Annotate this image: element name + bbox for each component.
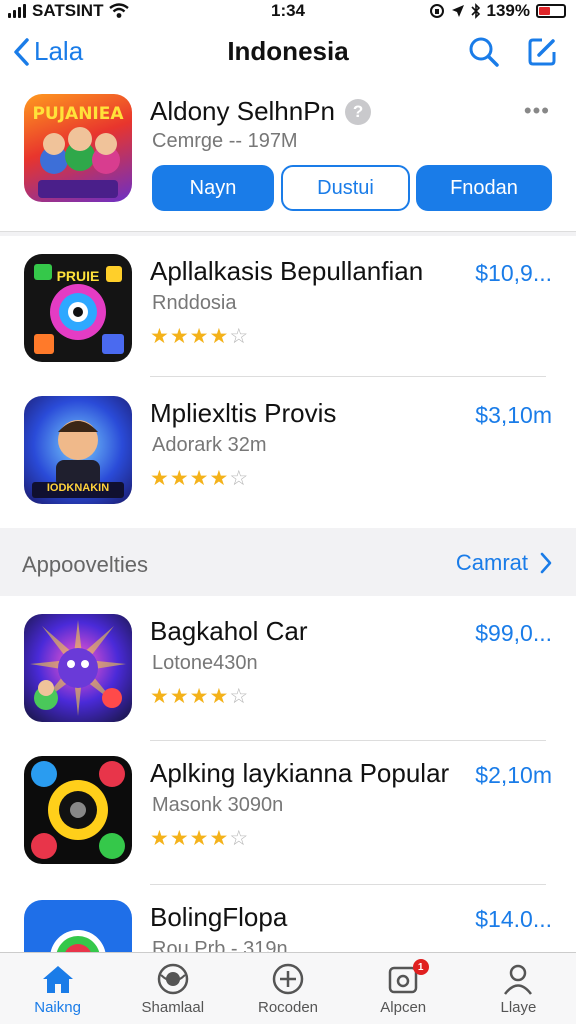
app-price[interactable]: $14.0... xyxy=(475,906,552,933)
featured-button-2[interactable]: Dustui xyxy=(281,165,410,211)
tab-bar: Naikng Shamlaal Rocoden 1 Alpcen Llaye xyxy=(0,952,576,1024)
app-price[interactable]: $10,9... xyxy=(475,260,552,287)
app-price[interactable]: $99,0... xyxy=(475,620,552,647)
notification-badge: 1 xyxy=(412,959,429,975)
section-title: Appoovelties xyxy=(22,552,148,577)
home-icon xyxy=(42,966,73,993)
app-title: Mpliexltis Provis xyxy=(150,398,337,428)
list-item[interactable]: Aplking laykianna Popular Masonk 3090n ★… xyxy=(0,738,576,878)
app-title: Aplking laykianna Popular xyxy=(150,758,450,788)
more-icon[interactable]: ••• xyxy=(524,98,550,124)
status-bar: SATSINT 1:34 139% xyxy=(0,0,576,22)
search-icon[interactable] xyxy=(468,36,500,68)
featured-app-title: Aldony SelhnPn xyxy=(150,96,336,126)
featured-button-1[interactable]: Nayn xyxy=(152,165,274,211)
tab-browse[interactable]: Shamlaal xyxy=(115,953,230,1024)
app-subtitle: Rou Prb - 319n xyxy=(152,938,288,952)
tab-label: Alpcen xyxy=(380,999,427,1016)
compose-icon[interactable] xyxy=(526,36,558,68)
star-rating: ★ ★ ★ ★ ☆ xyxy=(150,467,249,490)
app-subtitle: Adorark 32m xyxy=(152,434,267,456)
app-subtitle: Masonk 3090n xyxy=(152,794,284,816)
app-price[interactable]: $3,10m xyxy=(475,402,552,429)
list-item[interactable]: PRUIE Apllalkasis Bepullanfian Rnddosia … xyxy=(0,236,576,376)
tab-label: Rocoden xyxy=(257,999,319,1016)
list-item[interactable]: BolingFlopa Rou Prb - 319n $14.0... xyxy=(0,882,576,952)
app-subtitle: Rnddosia xyxy=(152,292,237,314)
add-circle-icon xyxy=(272,963,304,995)
app-list-top: PRUIE Apllalkasis Bepullanfian Rnddosia … xyxy=(0,236,576,528)
bluetooth-icon xyxy=(470,3,480,19)
list-item[interactable]: IODKNAKIN Mpliexltis Provis Adorark 32m … xyxy=(0,378,576,518)
section-header: Appoovelties Camrat xyxy=(0,530,576,596)
battery-icon xyxy=(536,4,566,18)
star-rating: ★ ★ ★ ★ ☆ xyxy=(150,685,249,708)
divider xyxy=(150,376,546,377)
app-icon[interactable] xyxy=(24,900,132,952)
list-item[interactable]: Bagkahol Car Lotone430n ★ ★ ★ ★ ☆ $99,0... xyxy=(0,596,576,736)
app-list-bottom: Bagkahol Car Lotone430n ★ ★ ★ ★ ☆ $99,0... A… xyxy=(0,596,576,952)
featured-app-card[interactable]: PUJANIEA Aldony SelhnPn ? Cemrge -- 197M… xyxy=(0,82,576,232)
globe-icon xyxy=(157,963,189,995)
user-icon xyxy=(504,964,533,995)
nav-bar: Lala Indonesia xyxy=(0,22,576,82)
app-icon[interactable]: PRUIE xyxy=(24,254,132,362)
tab-camera[interactable]: 1 Alpcen xyxy=(346,953,461,1024)
chevron-right-icon xyxy=(540,552,552,574)
app-subtitle: Lotone430n xyxy=(152,652,258,674)
app-price[interactable]: $2,10m xyxy=(475,762,552,789)
tab-label: Llaye xyxy=(500,999,537,1016)
app-icon-text: IODKNAKIN xyxy=(46,482,110,494)
app-title: BolingFlopa xyxy=(150,902,288,932)
app-title: Bagkahol Car xyxy=(150,616,308,646)
featured-app-subtitle: Cemrge -- 197M xyxy=(152,130,298,152)
location-icon xyxy=(451,5,464,17)
tab-home[interactable]: Naikng xyxy=(0,953,115,1024)
battery-percent: 139% xyxy=(486,1,530,20)
tab-add[interactable]: Rocoden xyxy=(230,953,345,1024)
star-rating: ★ ★ ★ ★ ☆ xyxy=(150,827,249,850)
tab-label: Naikng xyxy=(34,999,81,1016)
app-icon-text: PRUIE xyxy=(56,268,100,284)
app-icon[interactable]: IODKNAKIN xyxy=(24,396,132,504)
help-icon[interactable]: ? xyxy=(345,98,372,125)
featured-app-icon[interactable]: PUJANIEA xyxy=(24,94,132,202)
tab-profile[interactable]: Llaye xyxy=(461,953,576,1024)
featured-icon-text: PUJANIEA xyxy=(32,104,124,124)
section-see-all-link[interactable]: Camrat xyxy=(456,550,552,576)
orientation-lock-icon xyxy=(429,4,444,18)
tab-label: Shamlaal xyxy=(141,999,205,1016)
app-icon[interactable] xyxy=(24,756,132,864)
star-rating: ★ ★ ★ ★ ☆ xyxy=(150,325,249,348)
featured-button-3[interactable]: Fnodan xyxy=(416,165,552,211)
app-title: Apllalkasis Bepullanfian xyxy=(150,256,424,286)
app-icon[interactable] xyxy=(24,614,132,722)
section-link-label: Camrat xyxy=(455,550,528,575)
